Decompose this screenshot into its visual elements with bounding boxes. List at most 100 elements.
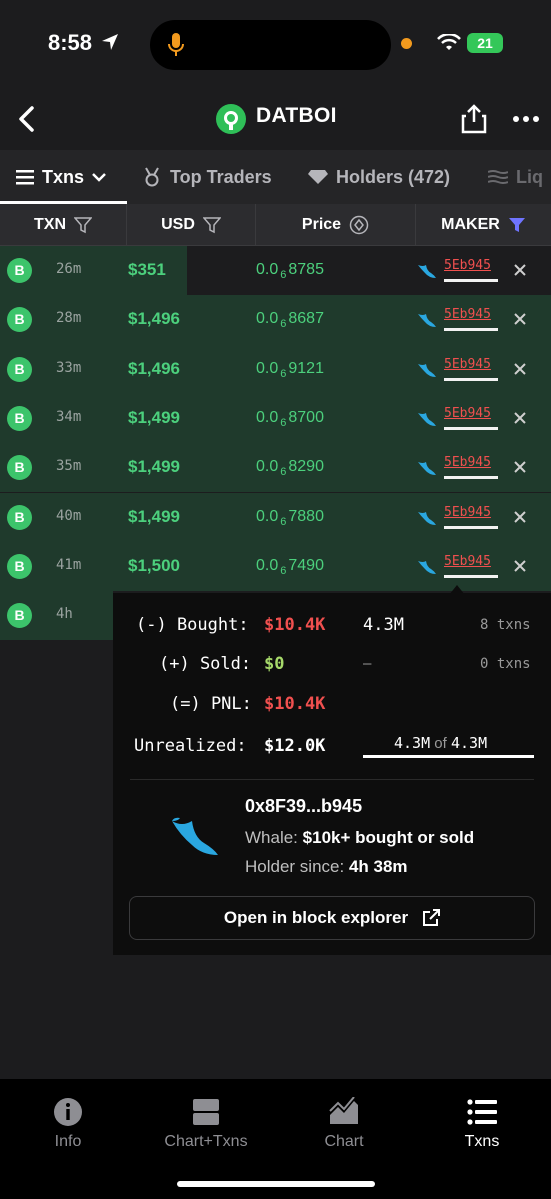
tab-holders[interactable]: Holders (472) [308,150,450,204]
whale-icon [418,314,436,328]
holder-label: Holder since: [245,857,345,876]
txn-age: 26m [56,261,82,277]
table-row[interactable]: B 34m $1,499 0.0 6 8700 5Eb945 [0,393,551,444]
holder-since-info: Holder since: 4h 38m [245,857,408,877]
txn-age: 28m [56,310,82,327]
more-options-icon[interactable] [512,112,540,126]
whale-value: $10k+ bought or sold [302,828,475,847]
price-digits: 8785 [288,261,324,278]
nav-txns[interactable]: Txns [422,1097,542,1151]
dynamic-island [150,20,391,70]
buy-badge: B [7,405,32,431]
whale-label: Whale: [245,828,298,847]
maker-link[interactable]: 5Eb945 [444,307,491,322]
table-header: TXN USD Price MAKER [0,204,551,246]
txn-price: 0.0 6 8687 [256,310,324,330]
table-row[interactable]: B 41m $1,500 0.0 6 7490 5Eb945 [0,541,551,592]
share-icon[interactable] [460,104,488,134]
price-zero-count: 6 [280,318,287,331]
table-row[interactable]: B 28m $1,496 0.0 6 8687 5Eb945 [0,295,551,345]
bought-amount: 4.3M [363,615,404,635]
privacy-indicator-dot [401,38,412,49]
gem-icon [308,170,328,184]
txn-age: 35m [56,458,82,475]
back-arrow-icon[interactable] [14,104,42,134]
close-icon[interactable] [512,361,528,377]
info-icon [54,1098,82,1126]
whale-icon [418,560,436,574]
close-icon[interactable] [512,311,528,327]
price-digits: 7880 [288,507,324,525]
txn-age: 34m [56,408,82,425]
txn-usd: $1,500 [128,555,180,575]
column-usd[interactable]: USD [127,204,256,246]
swap-units-icon[interactable] [349,215,369,235]
holding-total: 4.3M [450,734,488,752]
filter-active-icon[interactable] [508,216,526,234]
txn-price: 0.0 6 8700 [256,409,324,429]
column-txn[interactable]: TXN [0,204,127,246]
column-maker-label: MAKER [441,216,500,233]
column-txn-label: TXN [34,216,66,233]
maker-holding-bar [444,574,498,578]
price-zero-count: 6 [280,269,287,281]
pnl-label: (=) PNL: [170,694,252,714]
open-block-explorer-button[interactable]: Open in block explorer [129,896,535,940]
maker-holding-bar [444,328,498,332]
price-prefix: 0.0 [256,507,279,525]
close-icon[interactable] [512,509,528,525]
table-row[interactable]: B 26m $351 0.0 6 8785 5Eb945 [0,246,551,296]
table-row[interactable]: B 33m $1,496 0.0 6 9121 5Eb945 [0,344,551,394]
price-digits: 9121 [288,359,324,377]
price-digits: 8687 [288,310,324,328]
filter-icon[interactable] [202,216,221,234]
price-digits: 8290 [288,458,324,476]
holding-amount: 4.3M [394,734,431,752]
txn-usd: $1,499 [128,457,180,477]
close-icon[interactable] [512,558,528,574]
holding-ratio: 4.3M of 4.3M [394,734,487,752]
tab-liquidity[interactable]: Liq [488,150,543,204]
whale-icon [418,462,436,476]
price-prefix: 0.0 [256,359,279,377]
price-zero-count: 6 [280,416,287,429]
token-logo [216,104,246,134]
price-zero-count: 6 [280,466,287,479]
tab-top-traders[interactable]: Top Traders [142,150,272,204]
txn-age: 4h [56,606,73,623]
column-maker[interactable]: MAKER [416,204,551,246]
nav-chart-txns[interactable]: Chart+Txns [146,1097,266,1151]
maker-link[interactable]: 5Eb945 [444,357,491,372]
table-row[interactable]: B 40m $1,499 0.0 6 7880 5Eb945 [0,492,551,542]
token-name: DATBOI [256,104,337,127]
column-price[interactable]: Price [256,204,416,246]
table-row[interactable]: B 35m $1,499 0.0 6 8290 5Eb945 [0,443,551,493]
bought-label: (-) Bought: [136,615,249,635]
price-prefix: 0.0 [256,458,279,476]
close-icon[interactable] [512,410,528,426]
maker-link[interactable]: 5Eb945 [444,554,491,569]
nav-info[interactable]: Info [8,1097,128,1151]
tab-txns[interactable]: Txns [16,150,106,204]
nav-chart[interactable]: Chart [284,1097,404,1151]
tab-holders-label: Holders (472) [336,166,451,187]
home-indicator [177,1181,375,1187]
frog-logo-icon [217,105,245,133]
filter-icon[interactable] [74,216,92,234]
txn-price: 0.0 6 7490 [256,557,324,577]
maker-holding-bar [444,525,498,529]
holding-of: of [434,735,447,752]
microphone-icon [168,33,184,56]
maker-link[interactable]: 5Eb945 [444,505,491,520]
close-icon[interactable] [512,459,528,475]
price-zero-count: 6 [280,515,287,528]
buy-badge: B [7,553,32,579]
popover-divider [130,779,534,780]
open-block-explorer-label: Open in block explorer [223,908,409,927]
close-icon[interactable] [512,262,528,278]
table-row[interactable]: B 4h [0,591,113,641]
maker-link[interactable]: 5Eb945 [444,258,491,273]
maker-link[interactable]: 5Eb945 [444,406,491,421]
maker-link[interactable]: 5Eb945 [444,455,491,470]
nav-chart-txns-label: Chart+Txns [164,1133,248,1150]
